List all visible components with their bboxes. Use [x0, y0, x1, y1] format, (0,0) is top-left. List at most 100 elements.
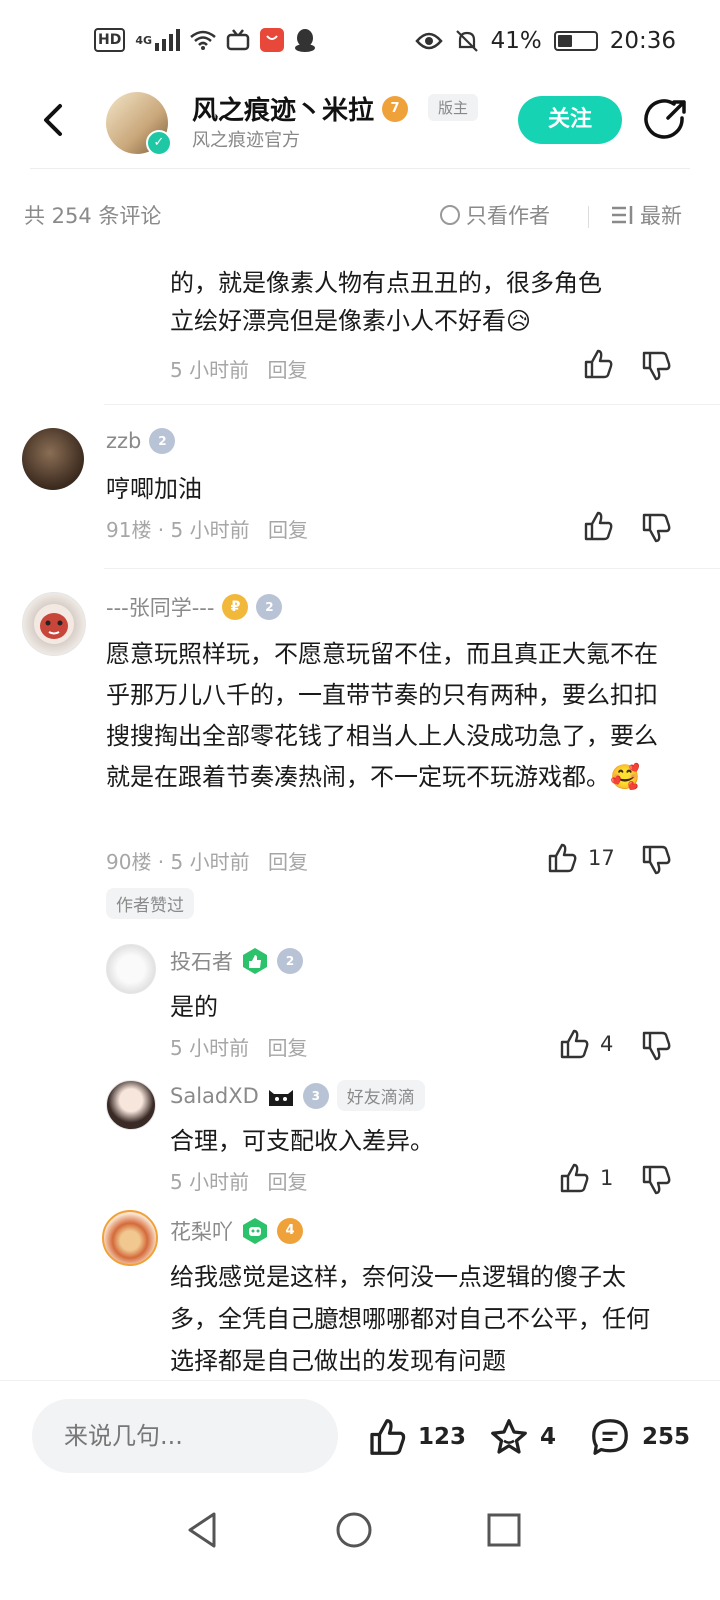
like-button[interactable] [582, 510, 614, 542]
reply-button[interactable]: 回复 [268, 518, 308, 542]
author-subtitle: 风之痕迹官方 [192, 130, 300, 151]
comment-meta: 5 小时前 回复 [170, 1036, 308, 1060]
like-count: 1 [600, 1166, 614, 1190]
user-avatar[interactable] [106, 944, 156, 994]
cat-icon [267, 1084, 295, 1108]
author-name-row[interactable]: 风之痕迹丶米拉 7 [192, 90, 409, 127]
green-badge-icon [241, 947, 269, 975]
author-name: 风之痕迹丶米拉 [192, 96, 375, 126]
wifi-icon [190, 30, 216, 50]
gold-badge-icon: ₽ [222, 594, 249, 620]
thumb-down-icon [642, 1165, 671, 1195]
dislike-button[interactable] [640, 512, 672, 544]
sort-button[interactable]: 最新 [610, 200, 682, 230]
follow-button[interactable]: 关注 [518, 96, 622, 144]
comment-text: 合理，可支配收入差异。 [170, 1127, 434, 1155]
square-recents-icon [487, 1513, 521, 1547]
reply-button[interactable]: 回复 [267, 1170, 307, 1194]
comment-meta: 5 小时前 回复 [170, 1170, 308, 1194]
thumb-up-icon [560, 1029, 589, 1059]
tv-icon [226, 29, 250, 51]
thumb-up-icon [370, 1419, 406, 1455]
username-row[interactable]: zzb 2 [106, 428, 176, 454]
like-button[interactable]: 4 [558, 1028, 613, 1060]
divider [104, 404, 720, 405]
thumb-down-icon [642, 351, 671, 381]
username-row[interactable]: 花梨吖 4 [170, 1216, 303, 1246]
like-button[interactable] [582, 348, 614, 380]
nav-recents-button[interactable] [486, 1512, 522, 1552]
tiger-mascot-icon [40, 613, 68, 639]
thumb-up-icon [548, 843, 577, 873]
friend-tag: 好友滴滴 [336, 1080, 425, 1111]
post-header: ✓ 风之痕迹丶米拉 7 版主 风之痕迹官方 关注 [0, 86, 720, 170]
favorite-count: 4 [540, 1424, 557, 1450]
system-nav-bar [0, 1500, 720, 1600]
qq-icon [294, 28, 316, 52]
status-bar: HD 4G 41% 20:36 [0, 0, 720, 86]
favorite-button[interactable]: 4 [488, 1417, 556, 1457]
dislike-button[interactable] [640, 350, 672, 382]
dislike-button[interactable] [640, 1164, 672, 1196]
thumb-up-icon [560, 1163, 589, 1193]
reply-button[interactable]: 回复 [267, 358, 307, 382]
like-button[interactable]: 17 [546, 842, 615, 874]
like-count: 17 [588, 846, 615, 870]
share-button[interactable] [644, 98, 688, 142]
eye-icon [414, 31, 443, 51]
user-avatar[interactable] [22, 428, 84, 490]
battery-icon [553, 31, 598, 51]
sort-icon [612, 206, 633, 224]
comment-meta: 91楼 · 5 小时前 回复 [106, 518, 308, 542]
comment-text: 哼唧加油 [106, 475, 202, 503]
thumb-up-icon [584, 349, 613, 379]
username: 投石者 [170, 950, 233, 974]
nav-home-button[interactable] [334, 1510, 374, 1554]
signal-icon: 4G [135, 29, 181, 51]
divider [104, 568, 720, 569]
user-avatar[interactable] [22, 592, 86, 656]
comment-total: 共 254 条评论 [24, 204, 162, 228]
username-row[interactable]: ---张同学--- ₽ 2 [106, 592, 283, 622]
comment-count: 255 [642, 1424, 691, 1450]
triangle-back-icon [188, 1512, 216, 1548]
reply-button[interactable]: 回复 [268, 850, 308, 874]
username: SaladXD [170, 1083, 259, 1108]
only-author-label: 只看作者 [466, 204, 550, 228]
username: 花梨吖 [170, 1220, 233, 1244]
like-button[interactable]: 1 [558, 1162, 613, 1194]
thumb-down-icon [642, 1031, 671, 1061]
divider [588, 206, 589, 228]
comment-text: 的，就是像素人物有点丑丑的，很多角色 立绘好漂亮但是像素小人不好看😥 [170, 269, 602, 335]
comment-filter-bar: 共 254 条评论 只看作者 最新 [0, 196, 720, 236]
level-badge-icon: 3 [302, 1082, 329, 1109]
clock: 20:36 [609, 28, 676, 54]
comments-button[interactable]: 255 [588, 1417, 690, 1457]
mute-bell-icon [455, 29, 479, 53]
hd-indicator: HD [94, 28, 126, 52]
divider [30, 168, 690, 169]
reply-button[interactable]: 回复 [267, 1036, 307, 1060]
comment-input[interactable]: 来说几句... [32, 1399, 338, 1473]
level-badge-icon: 2 [256, 594, 283, 620]
only-author-toggle[interactable]: 只看作者 [440, 200, 550, 230]
user-avatar[interactable] [106, 1080, 156, 1130]
level-badge-icon: 4 [277, 1218, 303, 1244]
battery-percent: 41% [490, 28, 542, 54]
dislike-button[interactable] [640, 1030, 672, 1062]
nav-back-button[interactable] [184, 1510, 220, 1554]
sort-label: 最新 [640, 204, 682, 228]
thumb-down-icon [642, 845, 671, 875]
level-badge-icon: 2 [277, 948, 303, 974]
comment-text: 是的 [170, 993, 218, 1021]
comment-meta: 5 小时前 回复 [170, 358, 308, 382]
bottom-action-bar: 来说几句... 123 4 255 [0, 1380, 720, 1501]
author-liked-badge: 作者赞过 [106, 888, 194, 919]
back-button[interactable] [34, 100, 74, 140]
user-avatar[interactable] [102, 1210, 158, 1266]
dislike-button[interactable] [640, 844, 672, 876]
thumb-down-icon [642, 513, 671, 543]
username-row[interactable]: SaladXD 3 好友滴滴 [170, 1080, 425, 1111]
username-row[interactable]: 投石者 2 [170, 946, 303, 976]
post-like-button[interactable]: 123 [366, 1417, 466, 1457]
